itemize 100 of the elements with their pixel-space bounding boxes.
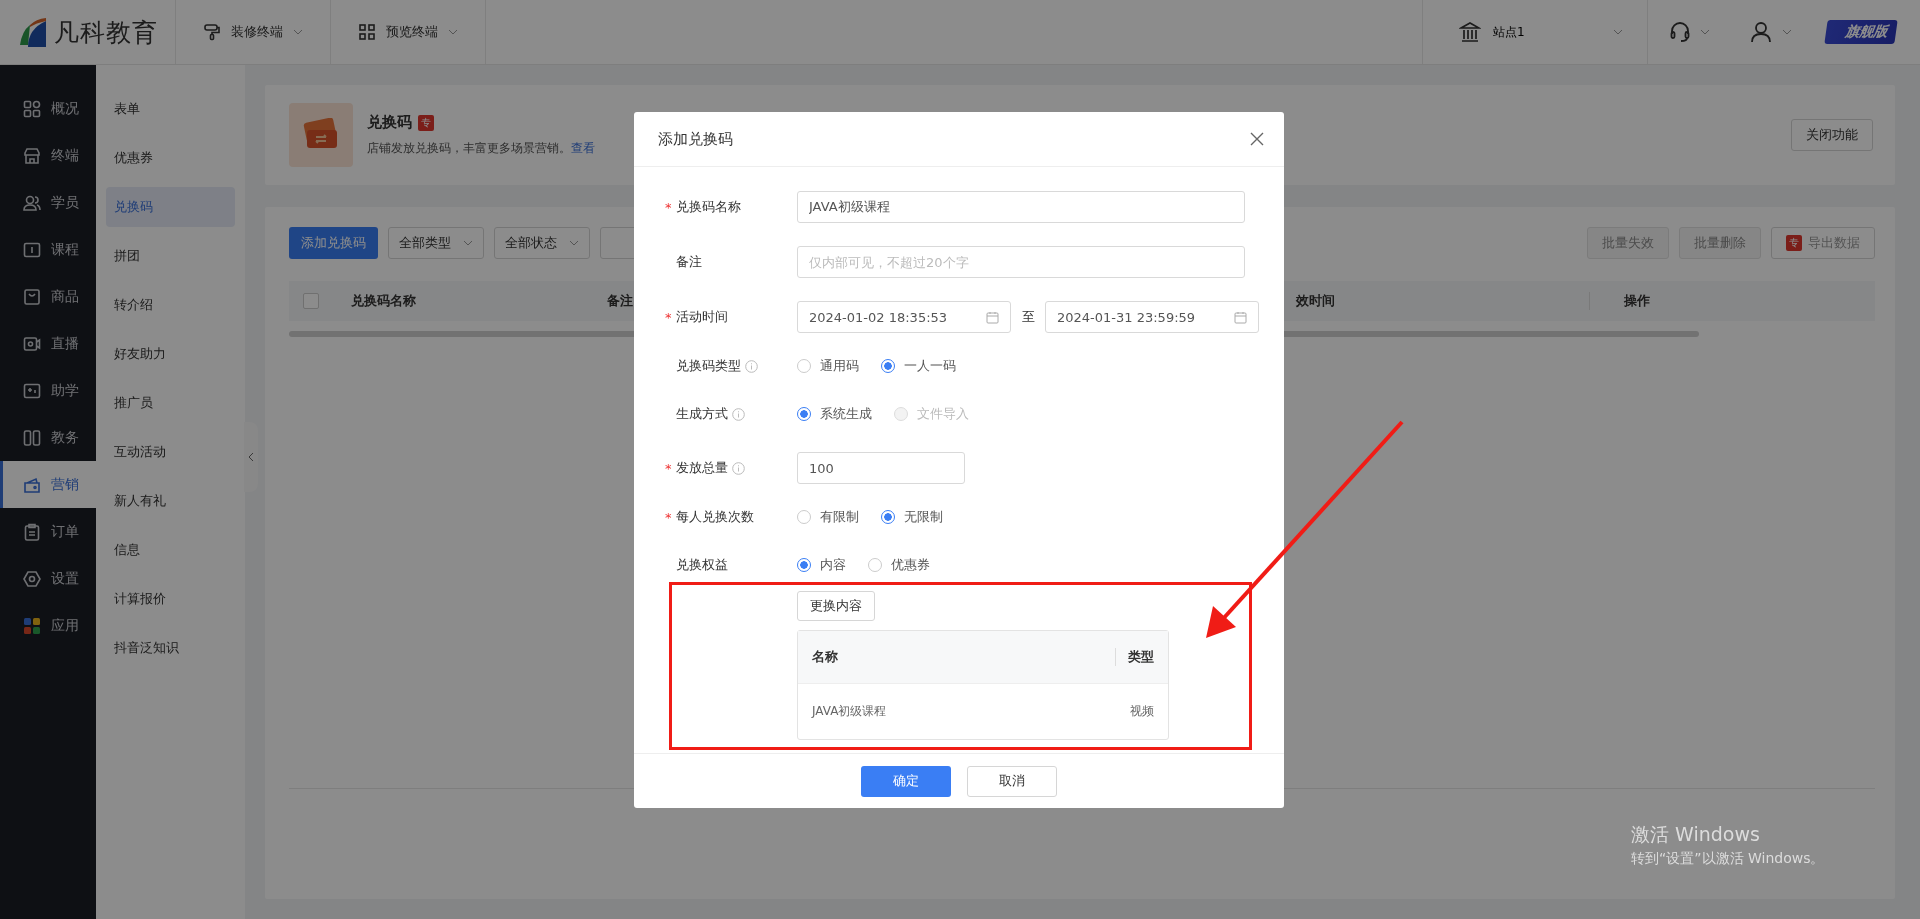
collapse-handle[interactable] bbox=[244, 422, 258, 492]
info-icon bbox=[745, 359, 758, 373]
panels-icon bbox=[23, 428, 41, 447]
main-nav-item[interactable]: 订单 bbox=[0, 508, 96, 555]
column-header: 类型 bbox=[1115, 648, 1154, 666]
sub-nav-item[interactable]: 推广员 bbox=[106, 383, 235, 423]
radio-option[interactable]: 优惠券 bbox=[868, 556, 930, 574]
select-all-checkbox[interactable] bbox=[303, 293, 319, 309]
sub-nav-item[interactable]: 表单 bbox=[106, 89, 235, 129]
radio-button[interactable] bbox=[797, 558, 811, 572]
change-content-button[interactable]: 更换内容 bbox=[797, 591, 875, 621]
table-cell-text: JAVA初级课程 bbox=[812, 703, 888, 720]
text-field[interactable]: 仅内部可见，不超过20个字 bbox=[797, 246, 1245, 278]
main-nav-item[interactable]: 学员 bbox=[0, 179, 96, 226]
field-label: 兑换码名称 bbox=[676, 198, 741, 216]
chevron-down-icon bbox=[448, 29, 458, 35]
confirm-button[interactable]: 确定 bbox=[861, 765, 951, 797]
calendar-icon bbox=[986, 310, 999, 324]
required-asterisk: * bbox=[665, 309, 672, 325]
radio-option[interactable]: 内容 bbox=[797, 556, 846, 574]
radio-option[interactable]: 无限制 bbox=[881, 508, 943, 526]
main-nav-item[interactable]: 概况 bbox=[0, 85, 96, 132]
text-field[interactable]: JAVA初级课程 bbox=[797, 191, 1245, 223]
pro-badge: 专 bbox=[418, 114, 434, 131]
video-icon bbox=[23, 334, 41, 353]
sub-nav-item[interactable]: 新人有礼 bbox=[106, 481, 235, 521]
site-selector[interactable]: 站点1 bbox=[1422, 0, 1648, 64]
main-nav-item[interactable]: 设置 bbox=[0, 555, 96, 602]
main-nav-item[interactable]: 营销 bbox=[0, 461, 96, 508]
column-header: 备注 bbox=[606, 292, 634, 310]
radio-button[interactable] bbox=[881, 510, 895, 524]
logo-text: 凡科教育 bbox=[54, 16, 158, 49]
ticket-icon bbox=[289, 103, 353, 167]
info-icon bbox=[732, 407, 745, 421]
chevron-down-icon bbox=[1782, 29, 1792, 35]
close-feature-button[interactable]: 关闭功能 bbox=[1791, 119, 1873, 151]
column-header: 名称 bbox=[812, 648, 839, 666]
radio-button[interactable] bbox=[797, 359, 811, 373]
sub-nav-item[interactable]: 好友助力 bbox=[106, 334, 235, 374]
top-menu[interactable]: 预览终端 bbox=[331, 0, 486, 64]
main-nav-item[interactable]: 助学 bbox=[0, 367, 96, 414]
sub-nav-item[interactable]: 互动活动 bbox=[106, 432, 235, 472]
field-label: 兑换码类型 bbox=[676, 357, 741, 375]
sub-nav-item[interactable]: 优惠券 bbox=[106, 138, 235, 178]
quantity-field[interactable]: 100 bbox=[797, 452, 965, 484]
sub-nav-item[interactable]: 信息 bbox=[106, 530, 235, 570]
main-nav-item[interactable]: 应用 bbox=[0, 602, 96, 649]
feature-description: 店铺发放兑换码，丰富更多场景营销。 bbox=[367, 140, 571, 157]
dialog-title: 添加兑换码 bbox=[658, 129, 733, 149]
info-icon bbox=[732, 461, 745, 475]
field-label: 兑换权益 bbox=[676, 556, 728, 574]
grid-icon bbox=[23, 99, 41, 118]
main-nav-item[interactable]: 终端 bbox=[0, 132, 96, 179]
top-menu[interactable]: 装修终端 bbox=[176, 0, 331, 64]
radio-button[interactable] bbox=[881, 359, 895, 373]
radio-option[interactable]: 一人一码 bbox=[881, 357, 956, 375]
radio-button[interactable] bbox=[797, 407, 811, 421]
field-label: 生成方式 bbox=[676, 405, 728, 423]
chevron-left-icon bbox=[248, 452, 254, 462]
activation-watermark-text: 转到“设置”以激活 Windows。 bbox=[1631, 850, 1825, 868]
date-field[interactable]: 2024-01-02 18:35:53 bbox=[797, 301, 1011, 333]
range-separator: 至 bbox=[1020, 308, 1036, 326]
chevron-down-icon bbox=[569, 240, 579, 246]
sub-nav-item[interactable]: 兑换码 bbox=[106, 187, 235, 227]
filter-select[interactable]: 全部状态 bbox=[494, 227, 590, 259]
sub-nav-item[interactable]: 拼团 bbox=[106, 236, 235, 276]
field-label: 每人兑换次数 bbox=[676, 508, 754, 526]
column-header: 兑换码名称 bbox=[350, 292, 417, 310]
add-button[interactable]: 添加兑换码 bbox=[289, 227, 378, 259]
wallet-icon bbox=[23, 475, 41, 494]
main-nav-item[interactable]: 直播 bbox=[0, 320, 96, 367]
edition-badge: 旗舰版 bbox=[1824, 20, 1898, 44]
sub-nav-item[interactable]: 转介绍 bbox=[106, 285, 235, 325]
activation-watermark-title: 激活 Windows bbox=[1631, 822, 1761, 847]
column-header: 操作 bbox=[1623, 292, 1650, 310]
required-asterisk: * bbox=[665, 199, 672, 215]
radio-option[interactable]: 系统生成 bbox=[797, 405, 872, 423]
chevron-down-icon bbox=[463, 240, 473, 246]
radio-button[interactable] bbox=[797, 510, 811, 524]
apps-icon bbox=[23, 616, 41, 635]
sub-nav-item[interactable]: 抖音泛知识 bbox=[106, 628, 235, 668]
column-header: 效时间 bbox=[1286, 292, 1590, 310]
cancel-button[interactable]: 取消 bbox=[967, 765, 1057, 797]
headset-icon bbox=[1670, 21, 1690, 43]
radio-option[interactable]: 有限制 bbox=[797, 508, 859, 526]
required-asterisk: * bbox=[665, 460, 672, 476]
radio-option[interactable]: 通用码 bbox=[797, 357, 859, 375]
main-nav-item[interactable]: 课程 bbox=[0, 226, 96, 273]
field-label: 备注 bbox=[676, 253, 702, 271]
clipboard-icon bbox=[23, 522, 41, 541]
view-link[interactable]: 查看 bbox=[571, 140, 595, 157]
field-label: 发放总量 bbox=[676, 459, 728, 477]
close-icon[interactable] bbox=[1248, 130, 1266, 148]
date-field[interactable]: 2024-01-31 23:59:59 bbox=[1045, 301, 1259, 333]
hexagon-icon bbox=[23, 569, 41, 588]
filter-select[interactable]: 全部类型 bbox=[388, 227, 484, 259]
main-nav-item[interactable]: 教务 bbox=[0, 414, 96, 461]
radio-button[interactable] bbox=[868, 558, 882, 572]
main-nav-item[interactable]: 商品 bbox=[0, 273, 96, 320]
sub-nav-item[interactable]: 计算报价 bbox=[106, 579, 235, 619]
